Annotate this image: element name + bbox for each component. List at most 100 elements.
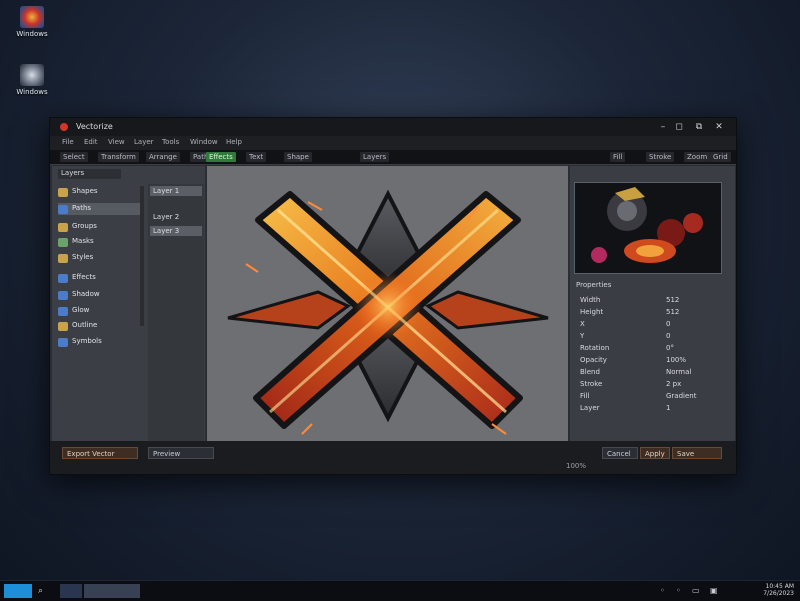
menu-view[interactable]: View bbox=[108, 138, 125, 146]
property-row[interactable]: X 0 bbox=[576, 320, 716, 330]
artwork-preview-thumbnail bbox=[574, 182, 722, 274]
sidebar-item-label: Styles bbox=[72, 253, 94, 261]
property-value: Normal bbox=[666, 368, 692, 376]
app-shortcut-icon bbox=[20, 6, 44, 28]
property-row[interactable]: Rotation 0° bbox=[576, 344, 716, 354]
minimize-button[interactable]: – bbox=[656, 121, 670, 133]
sidebar-item-glow[interactable]: Glow bbox=[58, 305, 144, 317]
tool-select[interactable]: Select bbox=[60, 152, 88, 162]
tool-effects[interactable]: Effects bbox=[206, 152, 236, 162]
property-value: 0 bbox=[666, 320, 671, 328]
sidebar-header: Layers bbox=[58, 169, 121, 179]
volume-icon[interactable]: ◦ bbox=[676, 586, 681, 595]
notification-icon[interactable]: ▣ bbox=[710, 586, 718, 595]
tool-layers[interactable]: Layers bbox=[360, 152, 390, 162]
property-value: 512 bbox=[666, 296, 680, 304]
property-value: 0 bbox=[666, 332, 671, 340]
clock-time: 10:45 AM bbox=[765, 583, 794, 590]
save-button[interactable]: Save bbox=[672, 447, 722, 459]
sidebar-item-label: Glow bbox=[72, 306, 90, 314]
sidebar-item-groups[interactable]: Groups bbox=[58, 221, 144, 233]
restore-button[interactable]: ⧉ bbox=[692, 121, 706, 133]
sub-item-layer-1[interactable]: Layer 1 bbox=[150, 186, 202, 196]
toolbar: Select Transform Arrange Path Effects Te… bbox=[50, 150, 736, 165]
property-key: X bbox=[580, 320, 585, 328]
property-value: 2 px bbox=[666, 380, 682, 388]
property-key: Opacity bbox=[580, 356, 607, 364]
taskbar-clock[interactable]: 10:45 AM 7/26/2023 bbox=[734, 583, 794, 597]
property-row[interactable]: Stroke 2 px bbox=[576, 380, 716, 390]
shapes-icon bbox=[58, 188, 68, 197]
property-row[interactable]: Y 0 bbox=[576, 332, 716, 342]
menu-edit[interactable]: Edit bbox=[84, 138, 98, 146]
property-value: 1 bbox=[666, 404, 671, 412]
property-key: Layer bbox=[580, 404, 600, 412]
tool-shape[interactable]: Shape bbox=[284, 152, 312, 162]
maximize-button[interactable]: ◻ bbox=[672, 121, 686, 133]
sub-item-layer-3[interactable]: Layer 3 bbox=[150, 226, 202, 236]
desktop-icon-2[interactable]: Windows bbox=[8, 64, 56, 96]
sub-item-layer-2[interactable]: Layer 2 bbox=[150, 212, 202, 222]
preview-button[interactable]: Preview bbox=[148, 447, 214, 459]
property-key: Y bbox=[580, 332, 585, 340]
sidebar-item-paths[interactable]: Paths bbox=[58, 203, 144, 215]
sidebar-item-label: Shapes bbox=[72, 187, 98, 195]
sidebar-item-label: Outline bbox=[72, 321, 98, 329]
tool-zoom[interactable]: Zoom bbox=[684, 152, 711, 162]
battery-icon[interactable]: ▭ bbox=[692, 586, 700, 595]
menu-bar: File Edit View Layer Tools Window Help bbox=[50, 136, 736, 150]
tool-text[interactable]: Text bbox=[246, 152, 267, 162]
apply-button[interactable]: Apply bbox=[640, 447, 670, 459]
sidebar-item-outline[interactable]: Outline bbox=[58, 320, 144, 332]
property-row[interactable]: Layer 1 bbox=[576, 404, 716, 414]
sidebar-item-shapes[interactable]: Shapes bbox=[58, 186, 144, 198]
property-value: 512 bbox=[666, 308, 680, 316]
start-button[interactable] bbox=[4, 584, 32, 598]
property-row[interactable]: Fill Gradient bbox=[576, 392, 716, 402]
network-icon[interactable]: ◦ bbox=[660, 586, 665, 595]
property-key: Rotation bbox=[580, 344, 610, 352]
menu-help[interactable]: Help bbox=[226, 138, 242, 146]
taskbar-app-icon[interactable] bbox=[60, 584, 82, 598]
desktop-icon-1[interactable]: Windows bbox=[8, 6, 56, 38]
export-vector-button[interactable]: Export Vector bbox=[62, 447, 138, 459]
symbols-icon bbox=[58, 338, 68, 347]
styles-icon bbox=[58, 254, 68, 263]
property-row[interactable]: Blend Normal bbox=[576, 368, 716, 378]
property-row[interactable]: Opacity 100% bbox=[576, 356, 716, 366]
tool-fill[interactable]: Fill bbox=[610, 152, 626, 162]
sidebar-item-effects[interactable]: Effects bbox=[58, 272, 144, 284]
property-key: Blend bbox=[580, 368, 600, 376]
outline-icon bbox=[58, 322, 68, 331]
menu-file[interactable]: File bbox=[62, 138, 74, 146]
sidebar-item-label: Paths bbox=[72, 204, 92, 212]
sidebar-scrollbar[interactable] bbox=[140, 186, 144, 326]
sidebar-item-shadow[interactable]: Shadow bbox=[58, 289, 144, 301]
title-bar[interactable]: Vectorize – ◻ ⧉ ✕ bbox=[50, 118, 736, 136]
tool-arrange[interactable]: Arrange bbox=[146, 152, 180, 162]
desktop-icon-label: Windows bbox=[16, 88, 48, 96]
design-canvas[interactable] bbox=[207, 166, 568, 441]
property-row[interactable]: Height 512 bbox=[576, 308, 716, 318]
layers-sidebar: Layers Shapes Paths Groups Masks Styles … bbox=[52, 166, 205, 441]
search-icon[interactable]: ⌕ bbox=[38, 584, 56, 598]
cancel-button[interactable]: Cancel bbox=[602, 447, 638, 459]
close-button[interactable]: ✕ bbox=[712, 121, 726, 133]
property-key: Fill bbox=[580, 392, 590, 400]
taskbar: ⌕ ◦ ◦ ▭ ▣ 10:45 AM 7/26/2023 bbox=[0, 580, 800, 601]
tool-stroke[interactable]: Stroke bbox=[646, 152, 675, 162]
window-title: Vectorize bbox=[76, 122, 113, 131]
tool-grid[interactable]: Grid bbox=[710, 152, 731, 162]
menu-window[interactable]: Window bbox=[190, 138, 218, 146]
sidebar-item-symbols[interactable]: Symbols bbox=[58, 336, 144, 348]
window-footer: Export Vector Preview Cancel Apply Save … bbox=[50, 441, 736, 474]
taskbar-open-window[interactable] bbox=[84, 584, 140, 598]
sidebar-item-styles[interactable]: Styles bbox=[58, 252, 144, 264]
sidebar-item-masks[interactable]: Masks bbox=[58, 236, 144, 248]
property-value: 0° bbox=[666, 344, 674, 352]
menu-tools[interactable]: Tools bbox=[162, 138, 179, 146]
tool-transform[interactable]: Transform bbox=[98, 152, 139, 162]
menu-layer[interactable]: Layer bbox=[134, 138, 154, 146]
property-row[interactable]: Width 512 bbox=[576, 296, 716, 306]
groups-icon bbox=[58, 223, 68, 232]
